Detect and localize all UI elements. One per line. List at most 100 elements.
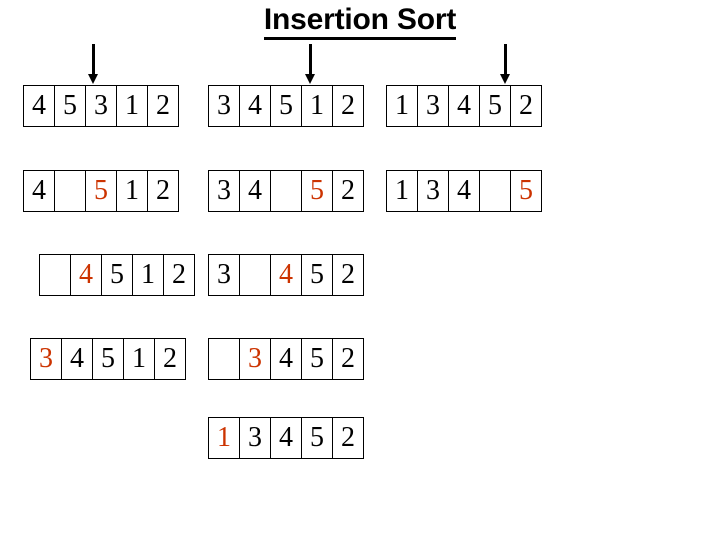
array-cell[interactable]: 1	[301, 85, 333, 127]
array-cell-value: 3	[217, 90, 231, 121]
array-cell[interactable]: 5	[85, 170, 117, 212]
array-cell[interactable]: 5	[301, 417, 333, 459]
array-cell[interactable]: 3	[208, 170, 240, 212]
array-cell-value: 3	[217, 259, 231, 290]
array-cell[interactable]: 2	[163, 254, 195, 296]
array-cell[interactable]: 3	[239, 338, 271, 380]
array-cell-value: 4	[79, 259, 93, 290]
array-cell[interactable]: 4	[448, 85, 480, 127]
array-cell[interactable]: 2	[332, 254, 364, 296]
array-cell[interactable]: 2	[332, 85, 364, 127]
array-cell-value: 2	[341, 259, 355, 290]
array-cell[interactable]: 5	[92, 338, 124, 380]
array-cell[interactable]: 5	[301, 338, 333, 380]
array-cell[interactable]: 5	[479, 85, 511, 127]
array-cell[interactable]: 5	[510, 170, 542, 212]
array-cell-value: 1	[310, 90, 324, 121]
arrow-head	[500, 74, 510, 84]
array-cell[interactable]: 5	[301, 170, 333, 212]
array-cell[interactable]: 2	[510, 85, 542, 127]
array-cell-value: 2	[163, 343, 177, 374]
array-cell[interactable]: 1	[123, 338, 155, 380]
arrow-shaft	[92, 44, 95, 76]
array-cell-value: 4	[457, 175, 471, 206]
array-row: 4 512	[23, 170, 179, 212]
array-cell[interactable]: 5	[270, 85, 302, 127]
array-cell[interactable]: 3	[417, 170, 449, 212]
array-cell-value: 5	[279, 90, 293, 121]
array-cell[interactable]: 1	[386, 85, 418, 127]
array-cell[interactable]	[270, 170, 302, 212]
array-cell[interactable]: 1	[132, 254, 164, 296]
array-cell-value: 1	[125, 90, 139, 121]
array-cell[interactable]	[39, 254, 71, 296]
array-cell[interactable]: 2	[154, 338, 186, 380]
array-cell[interactable]	[54, 170, 86, 212]
array-cell[interactable]: 1	[116, 85, 148, 127]
slide-canvas: Insertion Sort 4531245124512345123451234…	[0, 0, 720, 540]
array-cell[interactable]: 3	[417, 85, 449, 127]
array-cell-value: 4	[32, 175, 46, 206]
array-cell[interactable]: 1	[208, 417, 240, 459]
array-cell[interactable]	[239, 254, 271, 296]
array-cell[interactable]: 2	[147, 85, 179, 127]
array-cell-value: 2	[341, 90, 355, 121]
array-cell[interactable]: 4	[270, 254, 302, 296]
array-cell[interactable]: 3	[239, 417, 271, 459]
down-arrow-icon	[88, 44, 99, 84]
array-cell-value: 4	[457, 90, 471, 121]
array-cell[interactable]: 3	[208, 85, 240, 127]
array-cell[interactable]: 4	[70, 254, 102, 296]
array-cell[interactable]: 2	[332, 417, 364, 459]
array-cell[interactable]: 4	[448, 170, 480, 212]
array-row: 34512	[208, 85, 364, 127]
page-title-text: Insertion Sort	[263, 3, 456, 40]
array-cell[interactable]: 4	[270, 338, 302, 380]
array-cell[interactable]	[208, 338, 240, 380]
array-cell-value: 2	[341, 343, 355, 374]
array-cell[interactable]: 5	[101, 254, 133, 296]
array-cell[interactable]: 3	[208, 254, 240, 296]
page-title: Insertion Sort	[0, 2, 720, 40]
array-cell[interactable]: 5	[301, 254, 333, 296]
array-cell-value: 4	[248, 175, 262, 206]
array-cell-value: 3	[426, 175, 440, 206]
array-cell[interactable]: 1	[386, 170, 418, 212]
array-cell[interactable]: 4	[23, 170, 55, 212]
array-row: 13452	[208, 417, 364, 459]
array-cell-value: 5	[310, 175, 324, 206]
array-cell-value: 2	[519, 90, 533, 121]
array-cell[interactable]: 3	[85, 85, 117, 127]
array-cell-value: 5	[94, 175, 108, 206]
array-cell[interactable]: 2	[332, 170, 364, 212]
array-cell[interactable]: 4	[61, 338, 93, 380]
down-arrow-icon	[500, 44, 511, 84]
array-cell-value: 4	[70, 343, 84, 374]
arrow-shaft	[504, 44, 507, 76]
array-cell[interactable]: 3	[30, 338, 62, 380]
array-cell-value: 2	[156, 90, 170, 121]
array-cell[interactable]: 4	[270, 417, 302, 459]
array-cell[interactable]: 4	[23, 85, 55, 127]
array-cell-value: 4	[279, 422, 293, 453]
array-cell-value: 2	[156, 175, 170, 206]
array-cell[interactable]: 2	[332, 338, 364, 380]
array-cell-value: 4	[279, 259, 293, 290]
array-cell[interactable]	[479, 170, 511, 212]
array-cell-value: 5	[310, 343, 324, 374]
array-cell-value: 4	[279, 343, 293, 374]
array-cell-value: 4	[248, 90, 262, 121]
array-cell-value: 3	[217, 175, 231, 206]
array-cell[interactable]: 5	[54, 85, 86, 127]
array-cell-value: 1	[125, 175, 139, 206]
array-cell[interactable]: 1	[116, 170, 148, 212]
array-row: 4512	[39, 254, 195, 296]
array-cell-value: 1	[395, 90, 409, 121]
array-cell-value: 2	[341, 422, 355, 453]
array-cell-value: 1	[141, 259, 155, 290]
array-row: 3452	[208, 338, 364, 380]
array-cell-value: 3	[248, 343, 262, 374]
array-cell[interactable]: 2	[147, 170, 179, 212]
array-cell[interactable]: 4	[239, 170, 271, 212]
array-cell[interactable]: 4	[239, 85, 271, 127]
